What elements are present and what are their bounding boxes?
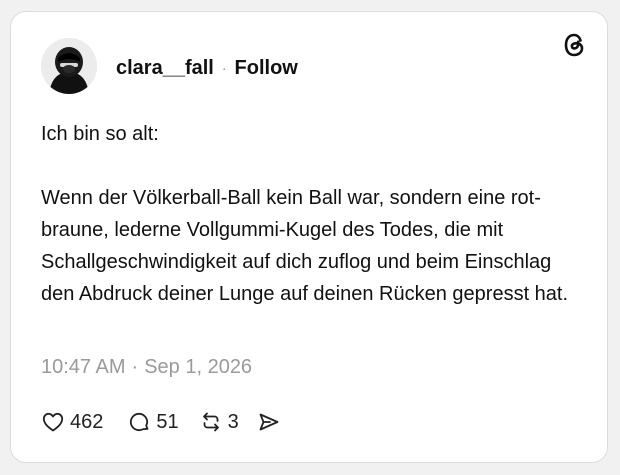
reply-button[interactable]: 51 [127, 410, 179, 434]
follow-button[interactable]: Follow [235, 57, 298, 80]
post-header: clara__fall · Follow [116, 53, 298, 83]
heart-icon [42, 412, 64, 432]
threads-logo-icon[interactable] [559, 30, 589, 60]
send-icon [259, 413, 279, 431]
header-separator: · [221, 60, 227, 76]
post-date: Sep 1, 2026 [144, 356, 253, 378]
username[interactable]: clara__fall [116, 57, 214, 80]
comment-bubble-icon [130, 412, 149, 432]
share-button[interactable] [257, 410, 281, 434]
post-paragraph-1: Ich bin so alt: [41, 123, 159, 145]
post-timestamp[interactable]: 10:47 AM · Sep 1, 2026 [41, 356, 252, 379]
repost-button[interactable]: 3 [199, 410, 239, 434]
avatar[interactable] [41, 38, 97, 94]
repost-count: 3 [227, 410, 239, 433]
reply-count: 51 [156, 410, 179, 433]
post-paragraph-2: Wenn der Völkerball-Ball kein Ball war, … [41, 187, 569, 305]
post-body: Ich bin so alt: Wenn der Völkerball-Ball… [41, 118, 581, 310]
repost-icon [202, 412, 219, 432]
avatar-image [41, 38, 97, 94]
post-time: 10:47 AM [41, 356, 126, 378]
timestamp-separator: · [131, 356, 139, 378]
like-button[interactable]: 462 [41, 410, 103, 434]
threads-post-card: clara__fall · Follow Ich bin so alt: Wen… [10, 11, 608, 463]
post-actions: 462 51 3 [41, 407, 281, 437]
like-count: 462 [70, 410, 104, 433]
